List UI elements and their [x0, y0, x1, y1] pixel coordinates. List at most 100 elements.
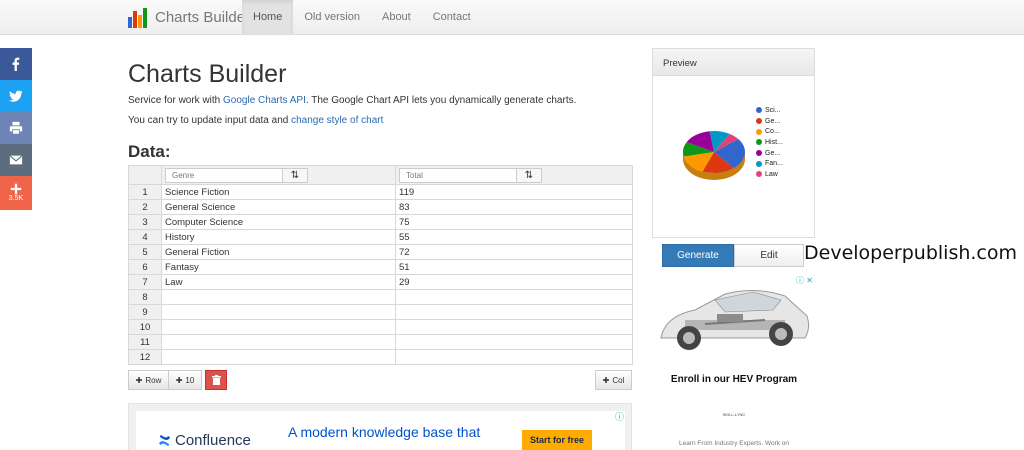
preview-title: Preview [653, 49, 814, 76]
top-navbar: Charts Builder Home Old version About Co… [0, 0, 1024, 35]
sort-icon: ⇅ [290, 169, 300, 181]
total-cell[interactable]: 72 [395, 244, 633, 260]
brand-name: Charts Builder [155, 9, 251, 26]
row-number: 2 [128, 199, 162, 215]
ad-banner-right[interactable] [655, 272, 813, 450]
ad-right-title: Enroll in our HEV Program [670, 374, 798, 385]
total-cell[interactable] [395, 289, 633, 305]
genre-cell[interactable] [161, 289, 396, 305]
column-total-input[interactable]: Total [399, 167, 517, 183]
trash-icon [211, 375, 221, 385]
brand[interactable]: Charts Builder [128, 0, 250, 35]
ad-close-icon[interactable]: ⓘ ✕ [796, 275, 813, 286]
confluence-logo-icon [158, 434, 171, 447]
email-icon [9, 155, 23, 165]
legend-label: Law [765, 170, 778, 178]
legend-item: Co... [756, 126, 783, 137]
genre-cell[interactable]: Science Fiction [161, 184, 396, 200]
genre-cell[interactable]: General Fiction [161, 244, 396, 260]
grid-body: 1 Science Fiction 119 2 General Science 83 3 Co… [128, 184, 633, 365]
grid-header-total: Total ⇅ [395, 165, 633, 185]
total-cell[interactable] [395, 334, 633, 350]
delete-button[interactable] [205, 370, 227, 390]
total-cell[interactable]: 119 [395, 184, 633, 200]
total-cell[interactable]: 83 [395, 199, 633, 215]
legend-swatch [756, 118, 762, 125]
total-cell[interactable] [395, 349, 633, 365]
legend-item: Ge... [756, 148, 783, 159]
legend-label: Hist... [765, 138, 783, 146]
genre-cell[interactable] [161, 304, 396, 320]
genre-cell[interactable]: Law [161, 274, 396, 290]
twitter-icon [9, 90, 23, 102]
total-cell[interactable]: 51 [395, 259, 633, 275]
row-number: 8 [128, 289, 162, 305]
share-email-button[interactable] [0, 144, 32, 176]
table-row: 1 Science Fiction 119 [128, 184, 633, 200]
column-genre-input[interactable]: Genre [165, 167, 283, 183]
add-column-button[interactable]: ✚ Col [595, 370, 632, 390]
share-print-button[interactable] [0, 112, 32, 144]
row-number: 7 [128, 274, 162, 290]
legend-swatch [756, 128, 762, 135]
share-facebook-button[interactable] [0, 48, 32, 80]
nav-item-contact[interactable]: Contact [422, 0, 482, 35]
sort-genre-button[interactable]: ⇅ [282, 167, 308, 183]
edit-tab[interactable]: Edit [734, 244, 804, 267]
generate-tab[interactable]: Generate [662, 244, 734, 267]
add-column-label: Col [612, 375, 625, 385]
share-twitter-button[interactable] [0, 80, 32, 112]
description-text: . The Google Chart API lets you dynamica… [305, 95, 577, 106]
total-cell[interactable]: 55 [395, 229, 633, 245]
nav-item-home[interactable]: Home [242, 0, 294, 35]
table-row: 11 [128, 334, 633, 350]
add-ten-label: 10 [185, 375, 195, 385]
legend-swatch [756, 107, 762, 114]
row-number: 3 [128, 214, 162, 230]
nav-item-about[interactable]: About [371, 0, 422, 35]
sort-icon: ⇅ [524, 169, 534, 181]
table-row: 3 Computer Science 75 [128, 214, 633, 230]
sort-total-button[interactable]: ⇅ [516, 167, 542, 183]
genre-cell[interactable]: General Science [161, 199, 396, 215]
facebook-icon [12, 57, 20, 71]
row-number: 11 [128, 334, 162, 350]
total-cell[interactable] [395, 304, 633, 320]
plus-icon: ✚ [602, 375, 610, 385]
data-grid: Genre ⇅ Total ⇅ 1 Science Fiction 119 2 Gene… [128, 165, 633, 365]
ad-info-icon[interactable]: ⓘ [615, 410, 624, 423]
legend-item: Law [756, 169, 783, 180]
legend-item: Ge... [756, 116, 783, 127]
legend-swatch [756, 160, 762, 167]
share-more-button[interactable]: 3.5K [0, 176, 32, 210]
description-line-2: You can try to update input data and cha… [128, 115, 383, 126]
add-ten-rows-button[interactable]: ✚ 10 [168, 370, 202, 390]
description-line-1: Service for work with Google Charts API.… [128, 95, 576, 106]
legend-item: Hist... [756, 137, 783, 148]
genre-cell[interactable]: Computer Science [161, 214, 396, 230]
total-cell[interactable] [395, 319, 633, 335]
ad-brand-name: Confluence [175, 432, 251, 449]
table-row: 9 [128, 304, 633, 320]
genre-cell[interactable] [161, 349, 396, 365]
ad-brand: Confluence [158, 432, 251, 449]
nav-item-old-version[interactable]: Old version [293, 0, 371, 35]
row-number: 4 [128, 229, 162, 245]
ad-cta-button[interactable]: Start for free [522, 430, 592, 450]
total-cell[interactable]: 75 [395, 214, 633, 230]
google-charts-api-link[interactable]: Google Charts API [223, 95, 306, 106]
grid-header-row: Genre ⇅ Total ⇅ [128, 165, 633, 185]
change-style-link[interactable]: change style of chart [291, 115, 383, 126]
genre-cell[interactable] [161, 334, 396, 350]
legend-swatch [756, 139, 762, 146]
add-row-button[interactable]: ✚ Row [128, 370, 169, 390]
total-cell[interactable]: 29 [395, 274, 633, 290]
row-number: 6 [128, 259, 162, 275]
genre-cell[interactable]: Fantasy [161, 259, 396, 275]
legend-swatch [756, 150, 762, 157]
plus-icon: ✚ [175, 375, 183, 385]
genre-cell[interactable] [161, 319, 396, 335]
page-title: Charts Builder [128, 60, 287, 88]
table-row: 8 [128, 289, 633, 305]
genre-cell[interactable]: History [161, 229, 396, 245]
